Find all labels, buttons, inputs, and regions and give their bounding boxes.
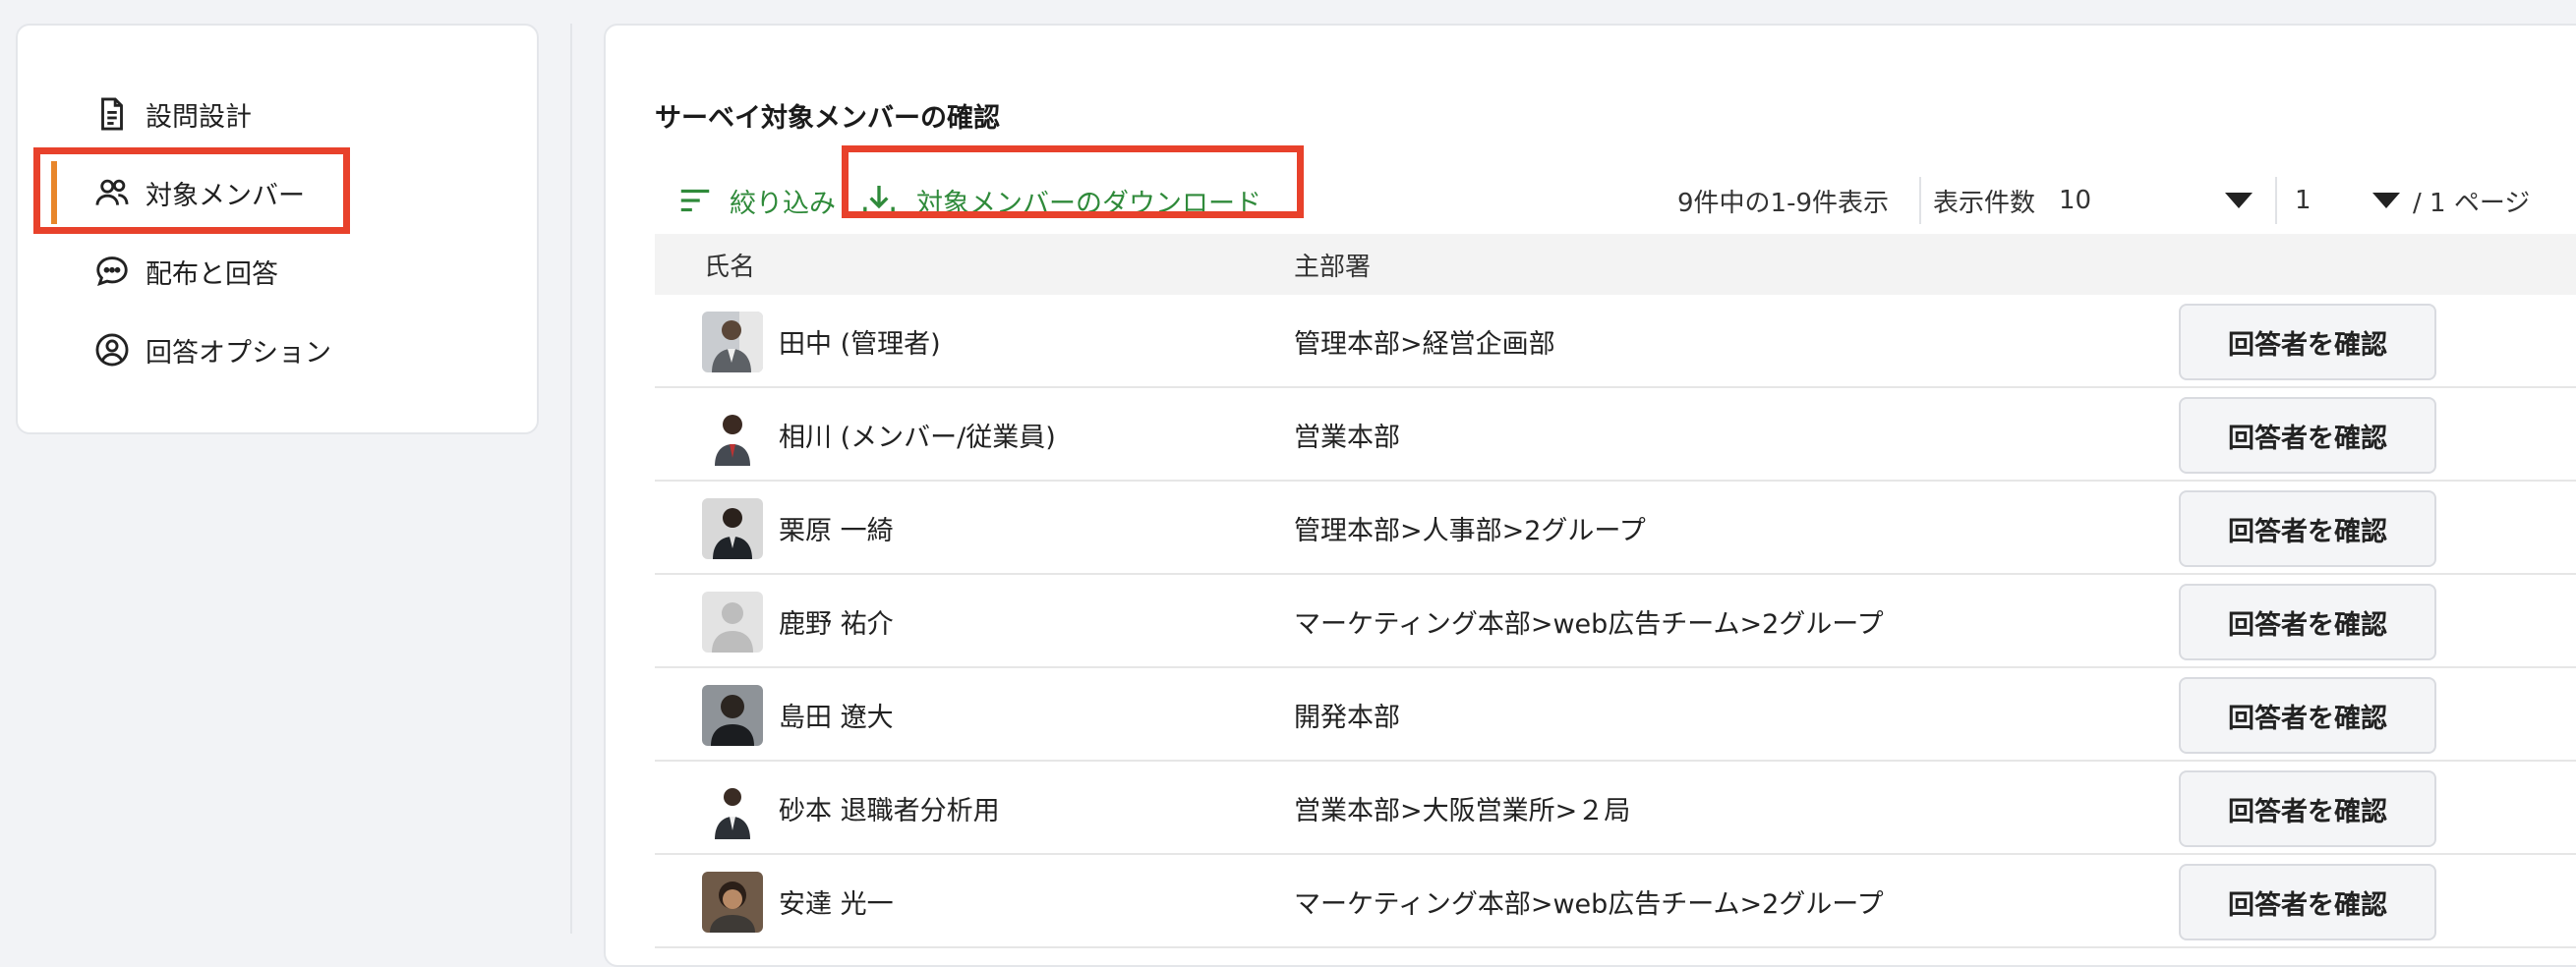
avatar <box>702 405 763 466</box>
per-page-select[interactable]: 10 <box>2059 159 2091 242</box>
view-respondent-button[interactable]: 回答者を確認 <box>2179 397 2436 474</box>
sidebar-item-label: 設問設計 <box>146 101 252 133</box>
chevron-down-icon[interactable] <box>2372 193 2400 208</box>
chat-bubble-icon <box>90 250 134 293</box>
member-name: 安達 光一 <box>779 889 894 920</box>
member-dept: 管理本部>人事部>2グループ <box>1294 516 1646 546</box>
filter-label: 絞り込み <box>730 188 836 219</box>
toolbar-divider <box>2275 177 2277 224</box>
page-select[interactable]: 1 <box>2295 159 2312 242</box>
page-title: サーベイ対象メンバーの確認 <box>655 103 1000 134</box>
avatar <box>702 685 763 746</box>
chevron-down-icon[interactable] <box>2225 193 2253 208</box>
highlight-box-download <box>842 145 1304 218</box>
member-dept: 管理本部>経営企画部 <box>1294 329 1555 360</box>
member-name: 島田 遼大 <box>779 703 894 733</box>
table-row: 栗原 一綺 管理本部>人事部>2グループ 回答者を確認 <box>655 482 2576 575</box>
view-respondent-button[interactable]: 回答者を確認 <box>2179 304 2436 380</box>
avatar <box>702 872 763 933</box>
view-respondent-button[interactable]: 回答者を確認 <box>2179 584 2436 660</box>
member-name: 相川 (メンバー/従業員) <box>779 423 1056 453</box>
view-respondent-button[interactable]: 回答者を確認 <box>2179 677 2436 754</box>
user-circle-icon <box>90 328 134 371</box>
avatar <box>702 498 763 559</box>
sidebar-item-question-design[interactable]: 設問設計 <box>18 75 537 153</box>
view-respondent-button[interactable]: 回答者を確認 <box>2179 770 2436 847</box>
table-row: 相川 (メンバー/従業員) 営業本部 回答者を確認 <box>655 388 2576 482</box>
member-name: 砂本 退職者分析用 <box>779 796 1000 826</box>
table-header: 氏名 主部署 <box>655 234 2576 295</box>
page-total: / 1 ページ <box>2413 188 2531 218</box>
table-row: 安達 光一 マーケティング本部>web広告チーム>2グループ 回答者を確認 <box>655 855 2576 948</box>
column-header-name: 氏名 <box>704 252 756 282</box>
member-name: 鹿野 祐介 <box>779 609 894 640</box>
sidebar-item-answer-options[interactable]: 回答オプション <box>18 311 537 389</box>
member-dept: 営業本部>大阪営業所>２局 <box>1294 796 1631 826</box>
members-table: 氏名 主部署 田中 (管理者) 管理本部>経営企画部 回答者を確認 相川 (メン… <box>655 234 2576 948</box>
avatar-placeholder <box>702 592 763 653</box>
table-row: 島田 遼大 開発本部 回答者を確認 <box>655 668 2576 762</box>
sidebar-item-label: 配布と回答 <box>146 258 278 290</box>
sidebar-item-label: 回答オプション <box>146 337 331 369</box>
per-page-label: 表示件数 <box>1933 188 2036 218</box>
member-dept: 開発本部 <box>1294 703 1400 733</box>
avatar <box>702 312 763 372</box>
filter-button[interactable]: 絞り込み <box>676 159 836 242</box>
table-row: 田中 (管理者) 管理本部>経営企画部 回答者を確認 <box>655 295 2576 388</box>
document-icon <box>90 92 134 136</box>
panel-divider <box>570 24 572 934</box>
member-name: 田中 (管理者) <box>779 329 941 360</box>
table-row: 砂本 退職者分析用 営業本部>大阪営業所>２局 回答者を確認 <box>655 762 2576 855</box>
highlight-box-target-members <box>33 147 350 234</box>
result-count: 9件中の1-9件表示 <box>1677 188 1890 218</box>
sidebar-item-distribution[interactable]: 配布と回答 <box>18 232 537 311</box>
toolbar-divider <box>1919 177 1921 224</box>
table-row: 鹿野 祐介 マーケティング本部>web広告チーム>2グループ 回答者を確認 <box>655 575 2576 668</box>
member-dept: マーケティング本部>web広告チーム>2グループ <box>1294 889 1884 920</box>
view-respondent-button[interactable]: 回答者を確認 <box>2179 864 2436 940</box>
avatar <box>702 778 763 839</box>
filter-icon <box>680 189 710 212</box>
member-dept: 営業本部 <box>1294 423 1400 453</box>
view-respondent-button[interactable]: 回答者を確認 <box>2179 490 2436 567</box>
column-header-dept: 主部署 <box>1294 252 1372 282</box>
member-name: 栗原 一綺 <box>779 516 894 546</box>
member-dept: マーケティング本部>web広告チーム>2グループ <box>1294 609 1884 640</box>
